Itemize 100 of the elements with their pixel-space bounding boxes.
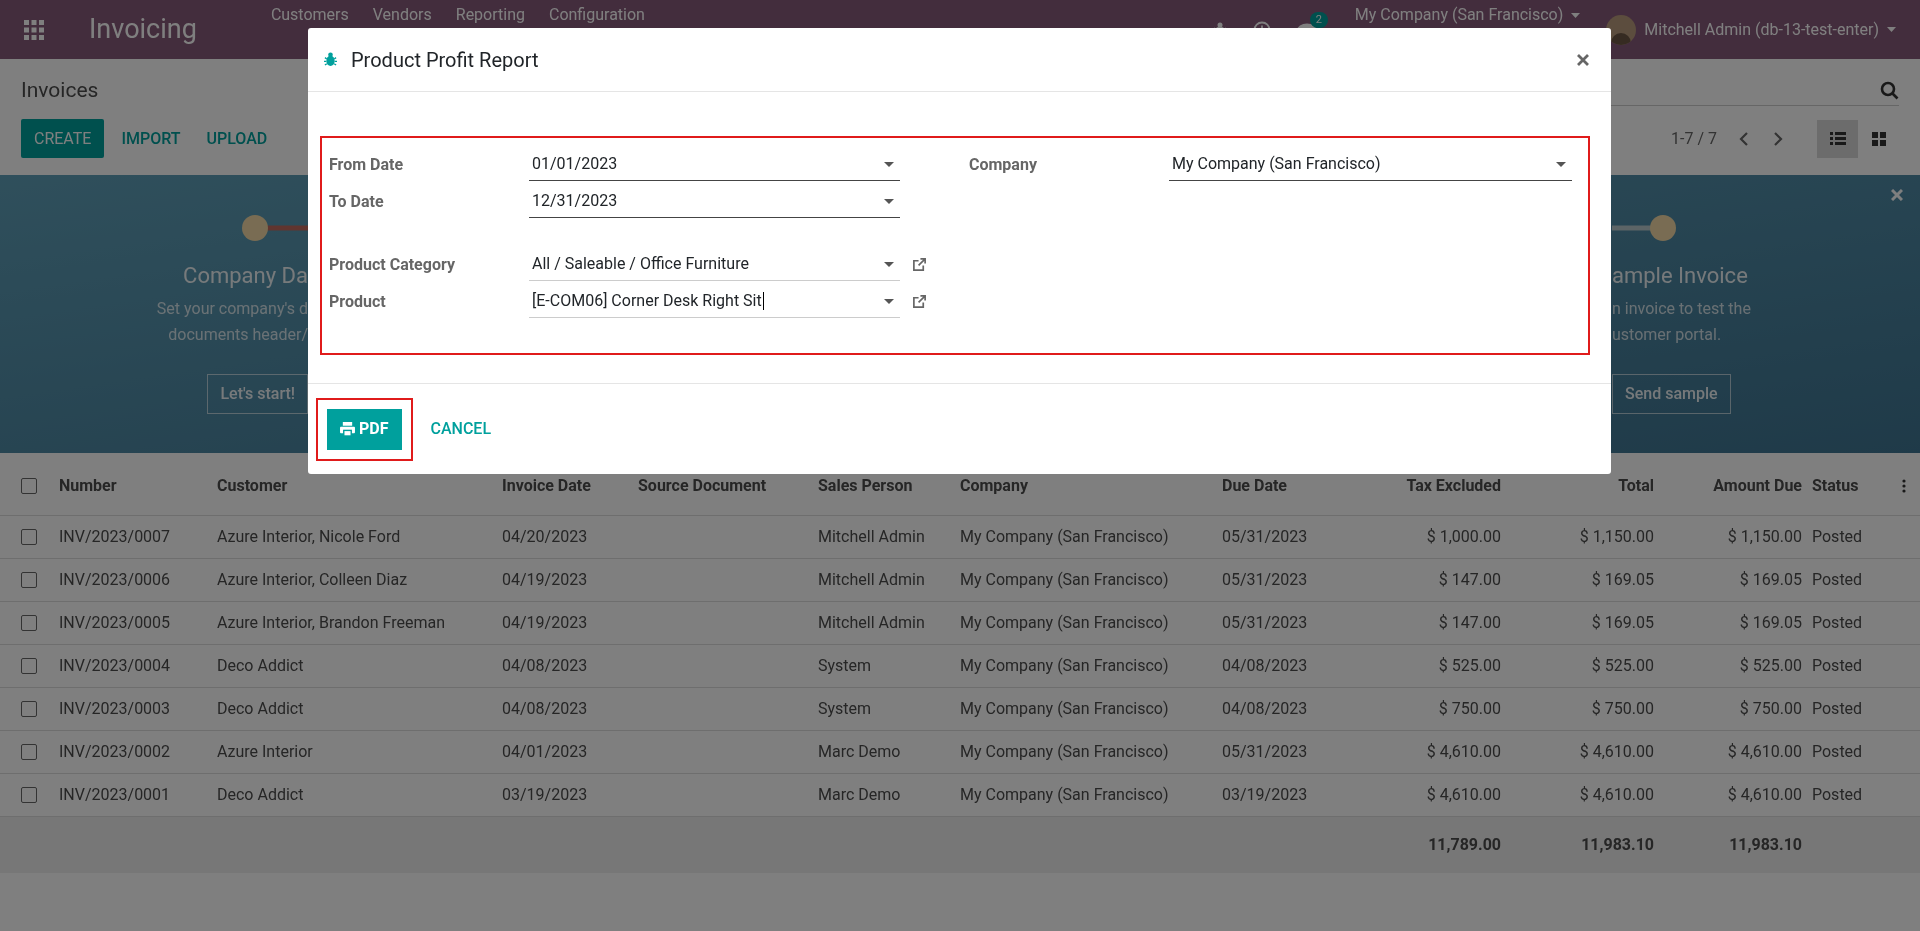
column-header[interactable]: Source Document [638, 473, 818, 498]
column-header[interactable]: Amount Due [1664, 473, 1812, 498]
table-cell-text: Azure Interior, Colleen Diaz [217, 569, 409, 591]
list-icon [1829, 132, 1846, 145]
pager-value[interactable]: 1-7 / 7 [1671, 126, 1717, 151]
previous-icon[interactable] [1739, 130, 1749, 147]
table-cell-text: $ 147.00 [1437, 569, 1502, 591]
breadcrumb: Invoices [21, 76, 99, 104]
step-button[interactable]: Send sample [1612, 374, 1731, 414]
create-button[interactable]: CREATE [21, 119, 105, 158]
table-cell-text: My Company (San Francisco) [960, 655, 1170, 677]
row-checkbox[interactable] [21, 658, 37, 674]
column-header[interactable]: Status [1812, 473, 1890, 498]
company-switcher[interactable]: My Company (San Francisco) [1354, 6, 1564, 24]
action-button[interactable]: IMPORT [108, 119, 194, 158]
table-cell-text: Mitchell Admin [818, 612, 926, 634]
search-icon[interactable] [1880, 81, 1899, 100]
step-description: n invoice to test the [1612, 298, 1751, 320]
menu-item[interactable]: Configuration [549, 6, 645, 24]
table-cell-text: 04/20/2023 [502, 526, 589, 548]
menu-item[interactable]: Vendors [372, 6, 432, 24]
row-checkbox[interactable] [21, 615, 37, 631]
cancel-button[interactable]: CANCEL [420, 408, 502, 450]
table-cell-text: $ 1,150.00 [1726, 526, 1803, 548]
column-header[interactable]: Tax Excluded [1340, 473, 1511, 498]
field-label: Company [969, 153, 1038, 176]
table-cell-text: Posted [1812, 526, 1864, 548]
step-description: Set your company's d [156, 298, 308, 320]
more-options-icon[interactable] [1902, 478, 1906, 493]
column-header[interactable]: Invoice Date [502, 473, 638, 498]
column-header[interactable]: Customer [217, 473, 502, 498]
total-cell-text: 11,983.10 [1580, 834, 1655, 856]
field-label: To Date [329, 190, 385, 213]
table-cell-text: INV/2023/0004 [59, 655, 172, 677]
table-cell-text: Posted [1812, 612, 1864, 634]
table-cell-text: $ 525.00 [1738, 655, 1803, 677]
table-cell-text: $ 1,150.00 [1578, 526, 1655, 548]
input-field[interactable]: [E-COM06] Corner Desk Right Sit [529, 285, 900, 318]
input-field[interactable]: My Company (San Francisco) [1169, 148, 1572, 181]
table-cell-text: Marc Demo [818, 784, 902, 806]
bug-icon [324, 52, 337, 67]
menu-item[interactable]: Customers [270, 6, 349, 24]
table-cell-text: System [818, 698, 873, 720]
table-cell-text: $ 169.05 [1590, 569, 1655, 591]
caret-icon [884, 161, 894, 167]
row-checkbox[interactable] [21, 572, 37, 588]
table-cell-text: Posted [1812, 784, 1864, 806]
table-cell-text: $ 169.05 [1590, 612, 1655, 634]
total-cell-text: 11,789.00 [1427, 834, 1502, 856]
table-cell-text: $ 1,000.00 [1425, 526, 1502, 548]
table-cell-text: Mitchell Admin [818, 526, 926, 548]
table-cell-text: My Company (San Francisco) [960, 569, 1170, 591]
table-cell-text: 05/31/2023 [1222, 741, 1309, 763]
table-cell-text: Mitchell Admin [818, 569, 926, 591]
table-cell-text: $ 169.05 [1738, 569, 1803, 591]
column-header[interactable]: Number [59, 473, 217, 498]
column-header[interactable]: Company [960, 473, 1222, 498]
table-cell-text: $ 147.00 [1437, 612, 1502, 634]
progress-step-drawing [1612, 215, 1676, 241]
menu-item[interactable]: Reporting [455, 6, 525, 24]
app-name: Invoicing [89, 16, 197, 43]
table-cell-text: Posted [1812, 741, 1864, 763]
dialog-title: Product Profit Report [351, 46, 539, 74]
row-checkbox[interactable] [21, 529, 37, 545]
row-checkbox[interactable] [21, 701, 37, 717]
input-field[interactable]: 12/31/2023 [529, 185, 900, 218]
row-checkbox[interactable] [21, 744, 37, 760]
table-cell-text: System [818, 655, 873, 677]
pdf-button[interactable]: PDF [327, 408, 402, 450]
table-cell-text: $ 525.00 [1590, 655, 1655, 677]
caret-icon [884, 298, 894, 304]
table-cell-text: Posted [1812, 698, 1864, 720]
apps-menu-icon[interactable] [24, 19, 44, 40]
input-field[interactable]: All / Saleable / Office Furniture [529, 248, 900, 281]
action-button[interactable]: UPLOAD [193, 119, 281, 158]
step-description: ustomer portal. [1612, 324, 1722, 346]
caret-icon [884, 198, 894, 204]
user-avatar[interactable] [1606, 14, 1637, 45]
table-cell-text: 05/31/2023 [1222, 612, 1309, 634]
step-button[interactable]: Let's start! [207, 374, 308, 414]
table-cell-text: Deco Addict [217, 655, 305, 677]
row-checkbox[interactable] [21, 787, 37, 803]
column-header[interactable]: Total [1511, 473, 1664, 498]
table-cell-text: INV/2023/0001 [59, 784, 172, 806]
table-cell-text: $ 750.00 [1437, 698, 1502, 720]
table-cell-text: My Company (San Francisco) [960, 741, 1170, 763]
select-all-checkbox[interactable] [21, 477, 37, 494]
column-header[interactable]: Due Date [1222, 473, 1340, 498]
list-view-button[interactable] [1817, 119, 1858, 158]
close-icon[interactable] [1577, 53, 1589, 66]
column-header[interactable]: Sales Person [818, 473, 960, 498]
external-link-icon[interactable] [912, 294, 927, 309]
external-link-icon[interactable] [912, 257, 927, 272]
table-cell-text: Deco Addict [217, 784, 305, 806]
next-icon[interactable] [1773, 130, 1783, 147]
user-menu[interactable]: Mitchell Admin (db-13-test-enter) [1644, 17, 1879, 42]
table-cell-text: $ 525.00 [1437, 655, 1502, 677]
table-cell-text: My Company (San Francisco) [960, 612, 1170, 634]
input-field[interactable]: 01/01/2023 [529, 148, 900, 181]
table-cell-text: $ 4,610.00 [1726, 741, 1803, 763]
